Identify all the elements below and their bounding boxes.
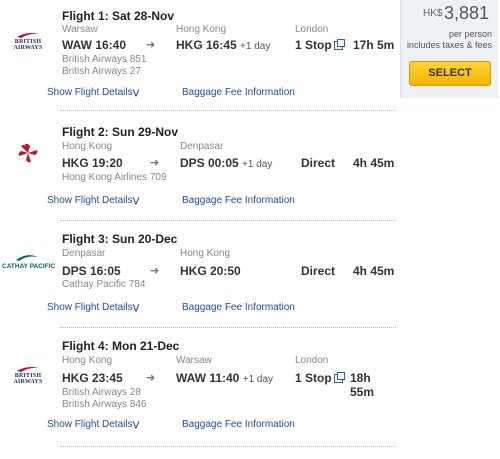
divider xyxy=(60,220,396,221)
right-arrow-icon: ➜ xyxy=(150,265,160,277)
arrival-city: Denpasar xyxy=(180,141,224,152)
cathay-brushwing-icon xyxy=(16,255,38,261)
flight-title: Flight 4: Mon 21-Dec xyxy=(62,339,180,353)
per-person-label: per person xyxy=(448,29,492,39)
departure-time: WAW 16:40 xyxy=(62,38,127,52)
double-chevron-down-icon: ⋁ xyxy=(132,196,140,205)
departure-time: HKG 23:45 xyxy=(62,371,123,385)
divider xyxy=(60,446,396,447)
arrival-city: Hong Kong xyxy=(176,24,227,35)
arrival-time: DPS 00:05 +1 day xyxy=(180,156,273,170)
flight-title: Flight 1: Sat 28-Nov xyxy=(62,9,175,23)
flight-title: Flight 3: Sun 20-Dec xyxy=(62,232,178,246)
arrival-time: HKG 16:45 +1 day xyxy=(176,38,271,52)
layover-city: London xyxy=(295,24,329,35)
carrier-flight: British Airways 27 xyxy=(62,66,141,77)
show-flight-details-link[interactable]: Show Flight Details⋁ xyxy=(47,87,139,98)
carrier-flight: British Airways 846 xyxy=(62,399,147,410)
cathay-pacific-logo: CATHAY PACIFIC xyxy=(2,254,55,270)
baggage-fee-link[interactable]: Baggage Fee Information xyxy=(182,302,295,313)
bauhinia-flower-icon xyxy=(18,143,38,163)
departure-city: Hong Kong xyxy=(62,355,113,366)
carrier-list: British Airways 851 British Airways 27 xyxy=(62,54,146,78)
show-flight-details-link[interactable]: Show Flight Details⋁ xyxy=(47,419,139,430)
external-window-icon[interactable] xyxy=(333,39,345,50)
baggage-fee-link[interactable]: Baggage Fee Information xyxy=(182,87,295,98)
divider xyxy=(60,110,396,111)
arrival-city: Warsaw xyxy=(176,355,212,366)
day-offset: +1 day xyxy=(240,41,271,52)
departure-city: Hong Kong xyxy=(62,141,113,152)
day-offset: +1 day xyxy=(242,374,274,385)
baggage-fee-link[interactable]: Baggage Fee Information xyxy=(182,195,295,206)
right-arrow-icon: ➜ xyxy=(146,372,156,384)
flight-duration: 17h 5m xyxy=(353,38,395,52)
price-amount: 3,881 xyxy=(444,3,490,23)
flight-duration: 4h 45m xyxy=(353,156,395,170)
flight-title: Flight 2: Sun 29-Nov xyxy=(62,125,179,139)
layover-city: London xyxy=(295,355,329,366)
flight-duration: 4h 45m xyxy=(353,264,395,278)
departure-time: DPS 16:05 xyxy=(62,264,121,278)
carrier-flight: Cathay Pacific 784 xyxy=(62,279,146,290)
arrival-time: HKG 20:50 xyxy=(180,264,241,278)
ba-swoosh-icon xyxy=(17,367,39,372)
departure-time: HKG 19:20 xyxy=(62,156,123,170)
price-panel: HK$ 3,881 per person includes taxes & fe… xyxy=(400,0,498,98)
carrier-list: Cathay Pacific 784 xyxy=(62,279,145,291)
double-chevron-down-icon: ⋁ xyxy=(132,420,140,429)
double-chevron-down-icon: ⋁ xyxy=(132,88,140,97)
carrier-flight: British Airways 28 xyxy=(62,387,141,398)
arrival-city: Hong Kong xyxy=(180,248,231,259)
taxes-fees-label: includes taxes & fees xyxy=(406,40,492,50)
stops-label: Direct xyxy=(301,156,336,170)
divider xyxy=(60,327,396,328)
stops-label: Direct xyxy=(301,264,336,278)
baggage-fee-link[interactable]: Baggage Fee Information xyxy=(182,419,295,430)
price-note: per person includes taxes & fees xyxy=(407,29,492,51)
british-airways-logo: BRITISH AIRWAYS xyxy=(6,32,50,51)
flight-duration: 18h 55m xyxy=(350,371,375,399)
right-arrow-icon: ➜ xyxy=(146,39,156,51)
day-offset: +1 day xyxy=(242,159,273,170)
carrier-list: Hong Kong Airlines 709 xyxy=(62,172,167,184)
carrier-flight: Hong Kong Airlines 709 xyxy=(62,172,167,183)
right-arrow-icon: ➜ xyxy=(150,157,160,169)
carrier-flight: British Airways 851 xyxy=(62,54,147,65)
external-window-icon[interactable] xyxy=(333,372,345,383)
ba-swoosh-icon xyxy=(17,33,39,38)
double-chevron-down-icon: ⋁ xyxy=(132,303,140,312)
stops-link[interactable]: 1 Stop xyxy=(295,38,345,52)
show-flight-details-link[interactable]: Show Flight Details⋁ xyxy=(47,302,139,313)
carrier-list: British Airways 28 British Airways 846 xyxy=(62,387,146,411)
price-currency: HK$ xyxy=(423,8,443,19)
departure-city: Denpasar xyxy=(62,248,106,259)
arrival-time: WAW 11:40 +1 day xyxy=(176,371,274,385)
show-flight-details-link[interactable]: Show Flight Details⋁ xyxy=(47,195,139,206)
hong-kong-airlines-logo xyxy=(6,143,50,163)
select-button[interactable]: SELECT xyxy=(409,61,491,86)
british-airways-logo: BRITISH AIRWAYS xyxy=(6,366,50,385)
stops-link[interactable]: 1 Stop xyxy=(295,371,345,385)
departure-city: Warsaw xyxy=(62,24,98,35)
